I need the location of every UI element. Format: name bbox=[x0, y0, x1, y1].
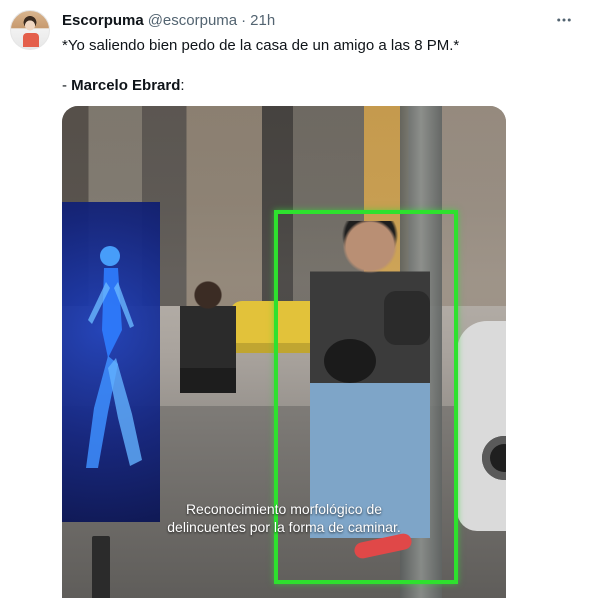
tweet-text: *Yo saliendo bien pedo de la casa de un … bbox=[62, 36, 562, 96]
avatar-shirt bbox=[23, 33, 39, 47]
more-button[interactable] bbox=[555, 11, 573, 29]
separator-dot: · bbox=[241, 11, 247, 29]
text-spacer bbox=[62, 56, 562, 76]
user-handle[interactable]: @escorpuma bbox=[148, 12, 237, 29]
background-person bbox=[180, 281, 236, 421]
walking-figure-scan bbox=[86, 246, 142, 468]
foreground-post bbox=[92, 536, 110, 598]
line-2-suffix: : bbox=[180, 77, 185, 94]
caption-line-1: Reconocimiento morfológico de bbox=[185, 501, 383, 517]
tweet-text-line-2: - Marcelo Ebrard: bbox=[62, 76, 562, 96]
display-name[interactable]: Escorpuma bbox=[62, 12, 144, 29]
video-caption: Reconocimiento morfológico de delincuent… bbox=[62, 500, 506, 536]
tweet-media-image[interactable]: Reconocimiento morfológico de delincuent… bbox=[62, 106, 506, 598]
timestamp[interactable]: 21h bbox=[250, 12, 275, 29]
tweet-header: Escorpuma @escorpuma · 21h bbox=[62, 10, 275, 30]
tweet-text-line-1: *Yo saliendo bien pedo de la casa de un … bbox=[62, 37, 460, 54]
caption-line-2: delincuentes por la forma de caminar. bbox=[167, 519, 401, 535]
line-2-bold: Marcelo Ebrard bbox=[71, 77, 181, 94]
line-2-prefix: - bbox=[62, 77, 72, 94]
avatar[interactable] bbox=[10, 10, 50, 50]
more-horizontal-icon bbox=[557, 18, 571, 22]
